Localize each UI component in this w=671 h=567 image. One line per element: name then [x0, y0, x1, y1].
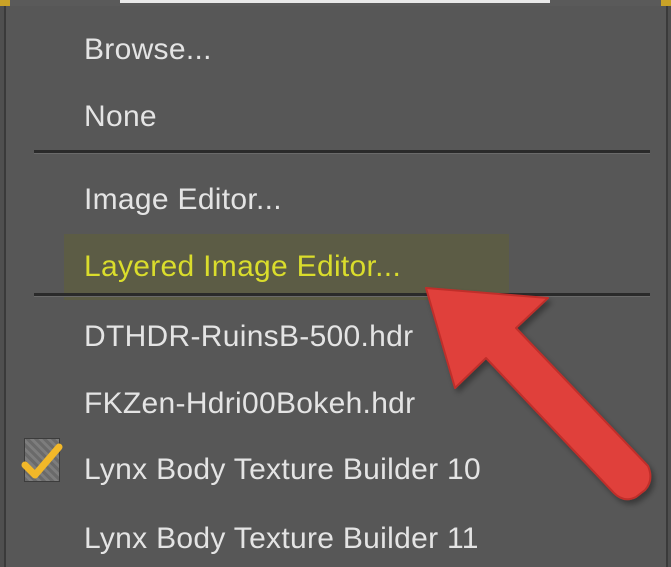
toolbar-field: [120, 0, 550, 3]
context-menu: Browse... None Image Editor... Layered I…: [4, 6, 668, 567]
menu-item-none[interactable]: None: [6, 84, 666, 150]
menu-item-lynx-11[interactable]: Lynx Body Texture Builder 11: [6, 506, 666, 567]
menu-item-fkzen-hdri[interactable]: FKZen-Hdri00Bokeh.hdr: [6, 371, 666, 437]
menu-item-label: Lynx Body Texture Builder 10: [84, 453, 481, 486]
menu-item-label: FKZen-Hdri00Bokeh.hdr: [84, 387, 416, 420]
menu-item-label: Layered Image Editor...: [84, 250, 402, 283]
menu-item-lynx-10[interactable]: Lynx Body Texture Builder 10: [6, 437, 666, 503]
menu-item-label: Lynx Body Texture Builder 11: [84, 522, 479, 555]
menu-separator: [34, 150, 650, 154]
menu-item-image-editor[interactable]: Image Editor...: [6, 167, 666, 233]
menu-item-label: DTHDR-RuinsB-500.hdr: [84, 320, 414, 353]
menu-item-label: Image Editor...: [84, 183, 282, 216]
menu-item-label: None: [84, 100, 157, 133]
menu-item-layered-image-editor[interactable]: Layered Image Editor...: [6, 234, 666, 300]
menu-item-label: Browse...: [84, 33, 212, 66]
popup-menu-screenshot: Browse... None Image Editor... Layered I…: [0, 0, 671, 567]
menu-separator: [34, 293, 650, 297]
menu-item-browse[interactable]: Browse...: [6, 17, 666, 83]
menu-item-dthdr-ruinsb[interactable]: DTHDR-RuinsB-500.hdr: [6, 304, 666, 370]
